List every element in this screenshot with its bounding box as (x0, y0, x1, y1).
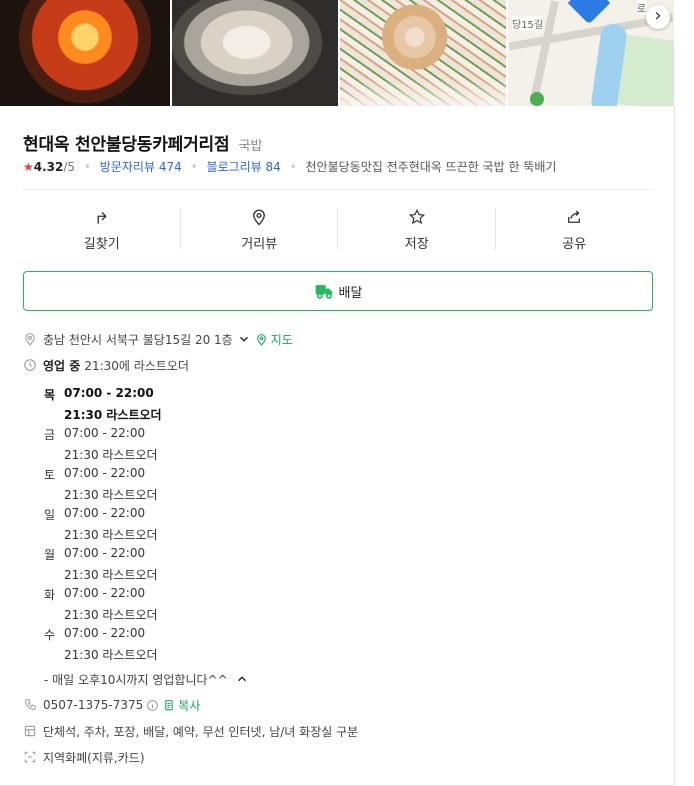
hours-row: 목 07:00 - 22:00 21:30 라스트오더 (44, 386, 344, 426)
hours-row: 수 07:00 - 22:00 21:30 라스트오더 (44, 626, 344, 666)
day-last-order: 21:30 라스트오더 (64, 448, 158, 462)
food-photo-soup[interactable] (0, 0, 170, 106)
open-status-row: 영업 중 21:30에 라스트오더 (23, 356, 189, 374)
map-road-label: 당15길 (512, 16, 544, 31)
phone-row: 0507-1375-7375 복사 (23, 696, 200, 714)
hours-row: 화 07:00 - 22:00 21:30 라스트오더 (44, 586, 344, 626)
share-icon (568, 210, 581, 223)
delivery-button[interactable]: 배달 (23, 271, 653, 311)
rating-value: 4.32 (33, 160, 64, 174)
last-order-note: 21:30에 라스트오더 (84, 358, 189, 373)
phone-icon (24, 699, 36, 711)
star-outline-icon (408, 208, 425, 225)
day-last-order: 21:30 라스트오더 (64, 488, 158, 502)
payment-text: 지역화폐(지류,카드) (43, 750, 145, 765)
panel-right-border (674, 106, 694, 786)
share-button[interactable]: 공유 (496, 208, 654, 252)
day-name: 수 (44, 628, 56, 642)
share-label: 공유 (562, 237, 587, 252)
map-link[interactable]: 지도 (255, 331, 293, 348)
day-time: 07:00 - 22:00 (64, 546, 146, 560)
day-name: 금 (44, 428, 56, 442)
blog-review-link[interactable]: 블로그리뷰 84 (206, 160, 280, 174)
business-hours-list: 목 07:00 - 22:00 21:30 라스트오더 금 07:00 - 22… (44, 386, 344, 666)
day-name: 일 (44, 508, 56, 522)
delivery-label: 배달 (338, 285, 363, 301)
hours-row: 월 07:00 - 22:00 21:30 라스트오더 (44, 546, 344, 586)
map-marker-icon (567, 0, 611, 25)
photo-strip: 당15길 로 › (0, 0, 694, 106)
directions-button[interactable]: 길찾기 (23, 208, 181, 252)
address-row: 충남 천안시 서북구 불당15길 20 1층 지도 (23, 330, 293, 348)
chevron-up-icon[interactable] (235, 672, 249, 686)
day-last-order: 21:30 라스트오더 (64, 528, 158, 542)
save-label: 저장 (404, 237, 429, 252)
place-description: 천안불당동맛집 전주현대옥 뜨끈한 국밥 한 뚝배기 (305, 160, 557, 174)
hours-note: - 매일 오후10시까지 영업합니다^^ (44, 671, 249, 688)
day-last-order: 21:30 라스트오더 (64, 568, 158, 582)
location-pin-icon (253, 209, 266, 226)
address-text: 충남 천안시 서북구 불당15길 20 1층 (43, 332, 233, 347)
street-view-button[interactable]: 거리뷰 (181, 208, 339, 252)
hours-row: 일 07:00 - 22:00 21:30 라스트오더 (44, 506, 344, 546)
clock-icon (24, 359, 36, 371)
hours-note-text: - 매일 오후10시까지 영업합니다^^ (44, 673, 228, 687)
chevron-right-icon[interactable]: › (646, 5, 670, 29)
day-time: 07:00 - 22:00 (64, 466, 146, 480)
save-button[interactable]: 저장 (338, 208, 496, 252)
day-name: 토 (44, 468, 56, 482)
amenities-row: 단체석, 주차, 포장, 배달, 예약, 무선 인터넷, 남/녀 화장실 구분 (23, 722, 358, 740)
day-last-order: 21:30 라스트오더 (64, 408, 162, 422)
day-time: 07:00 - 22:00 (64, 626, 146, 640)
street-view-label: 거리뷰 (241, 237, 278, 252)
action-bar: 길찾기 거리뷰 저장 공유 (23, 208, 654, 252)
day-name: 월 (44, 548, 56, 562)
visitor-review-link[interactable]: 방문자리뷰 474 (100, 160, 182, 174)
day-name: 목 (44, 388, 56, 402)
hours-row: 토 07:00 - 22:00 21:30 라스트오더 (44, 466, 344, 506)
day-time: 07:00 - 22:00 (64, 386, 154, 400)
hours-row: 금 07:00 - 22:00 21:30 라스트오더 (44, 426, 344, 466)
day-time: 07:00 - 22:00 (64, 586, 146, 600)
separator-dot: • (289, 160, 297, 174)
map-poi-icon (530, 92, 544, 106)
food-photo-gukbap[interactable] (172, 0, 338, 106)
rating-max: /5 (63, 160, 76, 174)
payment-row: 지역화폐(지류,카드) (23, 748, 145, 766)
payment-icon (24, 751, 36, 763)
separator-dot: • (83, 160, 91, 174)
delivery-truck-icon (315, 285, 332, 299)
chevron-down-icon[interactable] (237, 332, 251, 346)
directions-label: 길찾기 (83, 237, 120, 252)
separator-dot: • (190, 160, 198, 174)
day-time: 07:00 - 22:00 (64, 426, 146, 440)
section-divider (23, 189, 653, 190)
day-name: 화 (44, 588, 56, 602)
food-photo-fried-rice[interactable] (340, 0, 506, 106)
map-thumbnail[interactable]: 당15길 로 › (508, 0, 674, 106)
place-meta-row: ★4.32/5 • 방문자리뷰 474 • 블로그리뷰 84 • 천안불당동맛집… (23, 158, 556, 175)
day-time: 07:00 - 22:00 (64, 506, 146, 520)
star-icon: ★ (23, 160, 34, 174)
place-title-row: 현대옥 천안불당동카페거리점 국밥 (23, 130, 262, 155)
location-pin-icon (25, 333, 35, 346)
map-road-label: 로 (636, 0, 646, 15)
place-name: 현대옥 천안불당동카페거리점 (23, 135, 230, 155)
info-icon[interactable] (146, 699, 159, 712)
day-last-order: 21:30 라스트오더 (64, 608, 158, 622)
map-pin-icon (256, 333, 266, 346)
day-last-order: 21:30 라스트오더 (64, 648, 158, 662)
amenities-text: 단체석, 주차, 포장, 배달, 예약, 무선 인터넷, 남/녀 화장실 구분 (43, 724, 359, 739)
directions-icon (97, 212, 107, 224)
phone-number[interactable]: 0507-1375-7375 (43, 698, 143, 712)
amenities-icon (24, 725, 36, 737)
open-status: 영업 중 (43, 358, 81, 373)
copy-icon (165, 699, 174, 710)
place-category: 국밥 (238, 139, 263, 154)
copy-phone-button[interactable]: 복사 (163, 697, 200, 714)
